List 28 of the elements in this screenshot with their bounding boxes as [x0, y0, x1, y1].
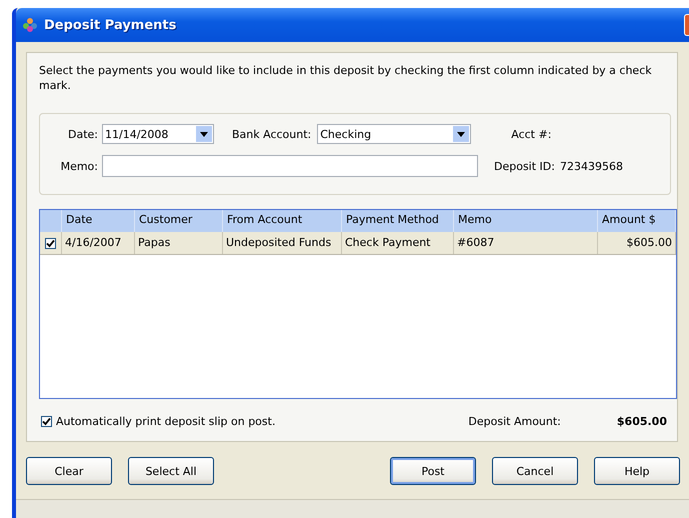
- bank-account-dropdown[interactable]: Checking: [317, 124, 472, 144]
- date-label: Date:: [67, 128, 98, 140]
- app-icon: [22, 17, 38, 33]
- table-cell: Undeposited Funds: [223, 232, 342, 254]
- memo-label: Memo:: [60, 160, 98, 172]
- deposit-id-value: 723439568: [560, 160, 623, 172]
- instruction-text: Select the payments you would like to include in this deposit by checking the first column indicated by a check mark.: [39, 63, 653, 93]
- table-cell: 4/16/2007: [62, 232, 135, 254]
- table-cell: #6087: [454, 232, 598, 254]
- table-cell: Papas: [135, 232, 223, 254]
- date-dropdown[interactable]: 11/14/2008: [102, 124, 214, 144]
- table-cell: Check Payment: [342, 232, 454, 254]
- deposit-id-label: Deposit ID:: [494, 160, 555, 172]
- deposit-amount-label: Deposit Amount:: [468, 415, 561, 428]
- row-checkbox[interactable]: [45, 238, 56, 248]
- window-title: Deposit Payments: [44, 18, 176, 32]
- bank-account-label: Bank Account:: [232, 128, 312, 140]
- dialog-button[interactable]: Post: [390, 457, 476, 485]
- dialog-button[interactable]: Cancel: [492, 457, 578, 485]
- memo-field[interactable]: [102, 155, 478, 177]
- auto-print-label: Automatically print deposit slip on post.: [56, 415, 276, 428]
- dialog-button[interactable]: Help: [594, 457, 680, 485]
- auto-print-checkbox[interactable]: [41, 416, 52, 427]
- acct-number-label: Acct #:: [511, 128, 552, 140]
- dialog-button[interactable]: Clear: [26, 457, 112, 485]
- deposit-amount-value: $605.00: [616, 415, 667, 428]
- dialog-button[interactable]: Select All: [128, 457, 214, 485]
- table-cell: $605.00: [598, 232, 676, 254]
